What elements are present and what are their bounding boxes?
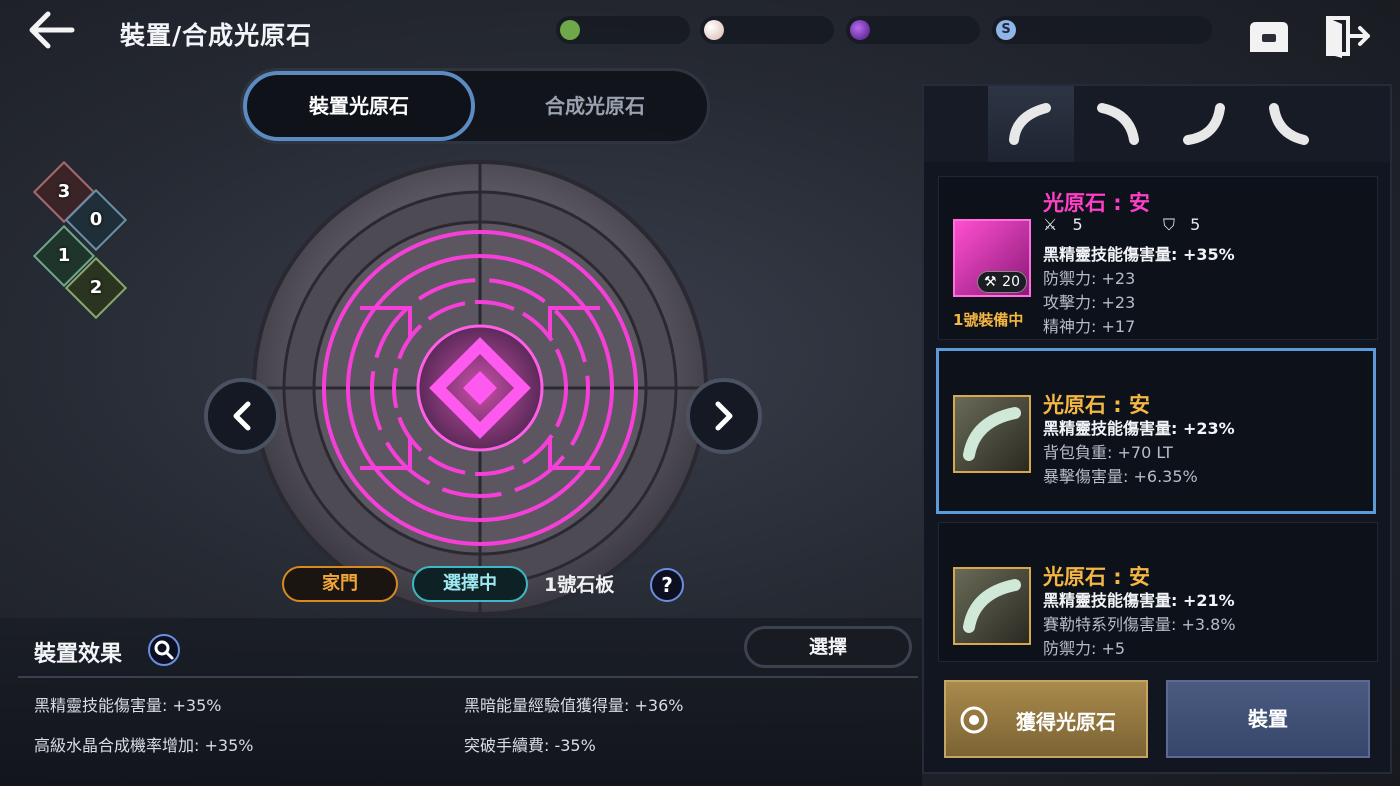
help-button[interactable]: ? (650, 568, 684, 602)
slot-tab-top-left[interactable] (988, 86, 1074, 162)
stone-main-effect: 黑精靈技能傷害量: +35% (1043, 245, 1235, 264)
equipped-label: 1號裝備中 (953, 311, 1024, 329)
purple-orb-icon (850, 20, 870, 40)
exit-door-icon (1326, 16, 1370, 58)
family-tag: 家門 (282, 566, 398, 602)
stone-sub-effect: 暴擊傷害量: +6.35% (1043, 467, 1198, 486)
stone-card[interactable]: 光原石 : 安 黑精靈技能傷害量: +21% 賽勒特系列傷害量: +3.8% 防… (938, 522, 1378, 662)
effect-item: 突破手續費: -35% (464, 736, 596, 755)
selected-tag: 選擇中 (412, 566, 528, 602)
light-stone-slate[interactable] (250, 158, 710, 618)
stone-sub-effect: 精神力: +17 (1043, 317, 1136, 336)
select-button[interactable]: 選擇 (744, 626, 912, 668)
slot-tab-bottom-right[interactable] (1160, 86, 1246, 162)
exit-button[interactable] (1322, 12, 1372, 60)
effect-item: 黑暗能量經驗值獲得量: +36% (464, 696, 684, 715)
stone-thumbnail (953, 395, 1031, 473)
slot-tab-bottom-left[interactable] (1246, 86, 1332, 162)
tab-equip-stone[interactable]: 裝置光原石 (243, 71, 475, 141)
stone-card[interactable]: 光原石 : 安 黑精靈技能傷害量: +23% 背包負重: +70 LT 暴擊傷害… (936, 348, 1376, 514)
back-button[interactable] (24, 8, 80, 56)
stone-card[interactable]: ⚒ 20 光原石 : 安 ⚔ 5 ⛉ 5 黑精靈技能傷害量: +35% 防禦力:… (938, 176, 1378, 340)
currency-pearl (700, 16, 834, 44)
pearl-icon (704, 20, 724, 40)
magnifier-icon (154, 640, 174, 660)
inventory-button[interactable] (1244, 12, 1294, 60)
stone-sub-effect: 防禦力: +5 (1043, 639, 1126, 658)
equip-button[interactable]: 裝置 (1166, 680, 1370, 758)
slate-label: 1號石板 (544, 574, 615, 596)
stone-thumbnail: ⚒ 20 (953, 219, 1031, 297)
stone-main-effect: 黑精靈技能傷害量: +21% (1043, 591, 1235, 610)
crossed-swords-icon: ⚔ (1043, 215, 1058, 234)
slot-arc-bottom-right-icon (1183, 103, 1225, 145)
silver-coin-icon: S (996, 20, 1016, 40)
divider (18, 676, 918, 678)
effects-title: 裝置效果 (34, 642, 123, 667)
stone-level-badge: ⚒ 20 (977, 271, 1027, 293)
slot-arc-bottom-left-icon (1269, 103, 1309, 145)
chevron-right-icon (715, 401, 733, 431)
stone-arc-icon (963, 579, 1021, 633)
currency-green-crystal (556, 16, 690, 44)
stone-sub-effect: 防禦力: +23 (1043, 269, 1136, 288)
arrow-left-icon (29, 11, 75, 49)
currency-purple-orb (846, 16, 980, 44)
effect-item: 高級水晶合成機率增加: +35% (34, 736, 254, 755)
effects-search-button[interactable] (148, 634, 180, 666)
stone-arc-icon (963, 407, 1021, 461)
slot-tabs (924, 86, 1390, 162)
stone-sub-effect: 賽勒特系列傷害量: +3.8% (1043, 615, 1236, 634)
hammer-icon: ⚒ (984, 274, 997, 290)
stone-thumbnail (953, 567, 1031, 645)
prev-slate-button[interactable] (204, 378, 280, 454)
mode-tabs: 裝置光原石 合成光原石 (240, 68, 710, 144)
obtain-stone-button[interactable]: 獲得光原石 (944, 680, 1148, 758)
stone-sub-effect: 攻擊力: +23 (1043, 293, 1136, 312)
slot-arc-top-right-icon (1097, 103, 1139, 145)
next-slate-button[interactable] (686, 378, 762, 454)
inventory-box-icon (1250, 22, 1288, 52)
stone-main-effect: 黑精靈技能傷害量: +23% (1043, 419, 1235, 438)
stone-name: 光原石 : 安 (1043, 191, 1151, 215)
slot-tab-top-right[interactable] (1074, 86, 1160, 162)
shield-icon: ⛉ (1163, 215, 1176, 234)
slot-arc-top-left-icon (1009, 103, 1051, 145)
defense-stat: ⛉ 5 (1163, 215, 1201, 234)
effect-item: 黑精靈技能傷害量: +35% (34, 696, 222, 715)
currency-silver-coin: S (992, 16, 1212, 44)
attack-stat: ⚔ 5 (1043, 215, 1083, 234)
stone-sub-effect: 背包負重: +70 LT (1043, 443, 1173, 462)
page-title: 裝置/合成光原石 (120, 21, 313, 50)
green-crystal-icon (560, 20, 580, 40)
tab-synth-stone[interactable]: 合成光原石 (479, 71, 711, 141)
obtain-target-icon (960, 706, 988, 734)
chevron-left-icon (233, 401, 251, 431)
